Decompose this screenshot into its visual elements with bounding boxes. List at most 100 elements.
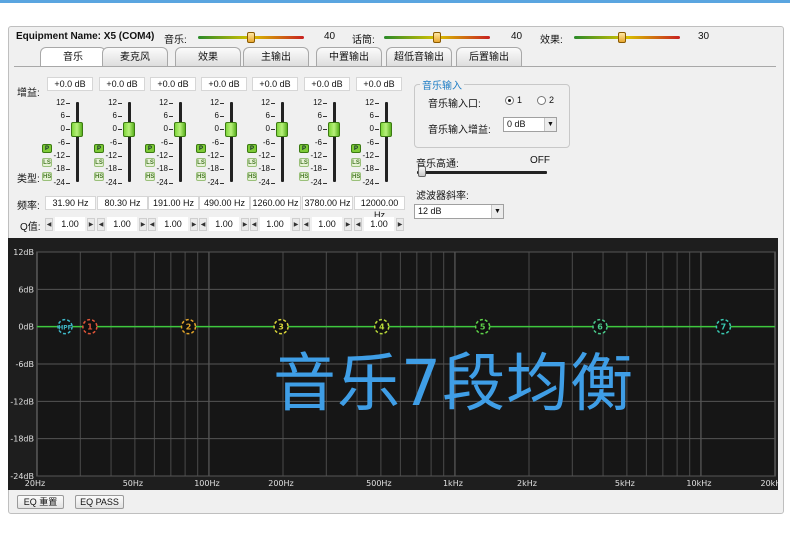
filter-type-ls-button[interactable]: LS	[247, 158, 257, 167]
gain-fader-track[interactable]	[281, 102, 284, 182]
filter-type-hs-button[interactable]: HS	[247, 172, 257, 181]
filter-type-hs-button[interactable]: HS	[94, 172, 104, 181]
music-volume-thumb[interactable]	[247, 32, 255, 43]
tab-effects[interactable]: 效果	[175, 47, 241, 67]
music-volume-slider[interactable]	[198, 32, 304, 43]
effect-volume-slider[interactable]	[574, 32, 680, 43]
filter-type-ls-button[interactable]: LS	[94, 158, 104, 167]
q-increment-icon[interactable]: ▶	[241, 218, 249, 231]
q-increment-icon[interactable]: ▶	[292, 218, 300, 231]
tab-main-output[interactable]: 主输出	[243, 47, 309, 67]
scale-tick	[169, 156, 173, 157]
gain-value-band-3[interactable]: +0.0 dB	[150, 77, 196, 91]
q-decrement-icon[interactable]: ◀	[45, 218, 53, 231]
q-decrement-icon[interactable]: ◀	[302, 218, 310, 231]
gain-fader-track[interactable]	[179, 102, 182, 182]
gain-fader-thumb[interactable]	[71, 122, 83, 137]
scale-tick	[271, 103, 275, 104]
gain-fader-track[interactable]	[230, 102, 233, 182]
q-value[interactable]: 1.00	[209, 217, 239, 231]
input-port-radio-1[interactable]	[505, 96, 514, 105]
scale-tick	[169, 129, 173, 130]
gain-value-band-4[interactable]: +0.0 dB	[201, 77, 247, 91]
scale-tick	[271, 156, 275, 157]
q-value[interactable]: 1.00	[158, 217, 188, 231]
q-decrement-icon[interactable]: ◀	[199, 218, 207, 231]
tab-subwoofer-output[interactable]: 超低音输出	[386, 47, 452, 67]
filter-type-ls-button[interactable]: LS	[145, 158, 155, 167]
gain-fader-thumb[interactable]	[225, 122, 237, 137]
q-value[interactable]: 1.00	[55, 217, 85, 231]
top-accent-line	[0, 0, 790, 3]
tab-center-output[interactable]: 中置输出	[316, 47, 382, 67]
freq-value-band-3[interactable]: 191.00 Hz	[148, 196, 199, 210]
scale-label: 0	[369, 124, 374, 133]
highpass-slider[interactable]	[417, 171, 547, 174]
q-value[interactable]: 1.00	[312, 217, 342, 231]
gain-fader-track[interactable]	[385, 102, 388, 182]
eq-pass-button[interactable]: EQ PASS	[75, 495, 124, 509]
gain-fader-thumb[interactable]	[380, 122, 392, 137]
q-decrement-icon[interactable]: ◀	[148, 218, 156, 231]
filter-type-hs-button[interactable]: HS	[196, 172, 206, 181]
filter-type-ls-button[interactable]: LS	[42, 158, 52, 167]
q-decrement-icon[interactable]: ◀	[250, 218, 258, 231]
gain-value-band-6[interactable]: +0.0 dB	[304, 77, 350, 91]
effect-volume-thumb[interactable]	[617, 32, 626, 43]
gain-fader-track[interactable]	[333, 102, 336, 182]
tab-music[interactable]: 音乐	[40, 47, 106, 67]
input-gain-select[interactable]: 0 dB ▼	[503, 117, 557, 132]
scale-label: 0	[317, 124, 322, 133]
filter-type-hs-button[interactable]: HS	[351, 172, 361, 181]
q-increment-icon[interactable]: ▶	[139, 218, 147, 231]
q-increment-icon[interactable]: ▶	[396, 218, 404, 231]
gain-value-band-7[interactable]: +0.0 dB	[356, 77, 402, 91]
freq-value-band-4[interactable]: 490.00 Hz	[199, 196, 250, 210]
highpass-slider-thumb[interactable]	[418, 166, 426, 177]
gain-fader-thumb[interactable]	[174, 122, 186, 137]
freq-value-band-7[interactable]: 12000.00 Hz	[354, 196, 405, 220]
filter-type-p-button[interactable]: P	[299, 144, 309, 153]
filter-type-p-button[interactable]: P	[351, 144, 361, 153]
q-value[interactable]: 1.00	[260, 217, 290, 231]
eq-reset-button[interactable]: EQ 重置	[17, 495, 64, 509]
tab-rear-output[interactable]: 后置输出	[456, 47, 522, 67]
gain-fader-thumb[interactable]	[123, 122, 135, 137]
input-port-radio-2[interactable]	[537, 96, 546, 105]
filter-type-ls-button[interactable]: LS	[299, 158, 309, 167]
mic-volume-slider[interactable]	[384, 32, 490, 43]
gain-value-band-5[interactable]: +0.0 dB	[252, 77, 298, 91]
effect-volume-value: 30	[698, 31, 710, 42]
gain-fader-track[interactable]	[128, 102, 131, 182]
filter-slope-select[interactable]: 12 dB ▼	[414, 204, 504, 219]
q-decrement-icon[interactable]: ◀	[97, 218, 105, 231]
gain-value-band-2[interactable]: +0.0 dB	[99, 77, 145, 91]
gain-fader-thumb[interactable]	[328, 122, 340, 137]
freq-value-band-2[interactable]: 80.30 Hz	[97, 196, 148, 210]
q-value[interactable]: 1.00	[107, 217, 137, 231]
filter-type-hs-button[interactable]: HS	[299, 172, 309, 181]
q-value[interactable]: 1.00	[364, 217, 394, 231]
freq-value-band-6[interactable]: 3780.00 Hz	[302, 196, 353, 210]
q-increment-icon[interactable]: ▶	[87, 218, 95, 231]
q-increment-icon[interactable]: ▶	[344, 218, 352, 231]
freq-value-band-5[interactable]: 1260.00 Hz	[250, 196, 301, 210]
gain-fader-thumb[interactable]	[276, 122, 288, 137]
gain-value-band-1[interactable]: +0.0 dB	[47, 77, 93, 91]
mic-volume-thumb[interactable]	[433, 32, 441, 43]
tab-microphone[interactable]: 麦克风	[102, 47, 168, 67]
gain-fader-track[interactable]	[76, 102, 79, 182]
filter-type-p-button[interactable]: P	[247, 144, 257, 153]
q-increment-icon[interactable]: ▶	[190, 218, 198, 231]
q-decrement-icon[interactable]: ◀	[354, 218, 362, 231]
music-input-group	[414, 84, 570, 148]
filter-type-ls-button[interactable]: LS	[351, 158, 361, 167]
filter-type-hs-button[interactable]: HS	[42, 172, 52, 181]
freq-value-band-1[interactable]: 31.90 Hz	[45, 196, 96, 210]
filter-type-p-button[interactable]: P	[196, 144, 206, 153]
filter-type-p-button[interactable]: P	[42, 144, 52, 153]
filter-type-hs-button[interactable]: HS	[145, 172, 155, 181]
filter-type-p-button[interactable]: P	[145, 144, 155, 153]
filter-type-ls-button[interactable]: LS	[196, 158, 206, 167]
filter-type-p-button[interactable]: P	[94, 144, 104, 153]
